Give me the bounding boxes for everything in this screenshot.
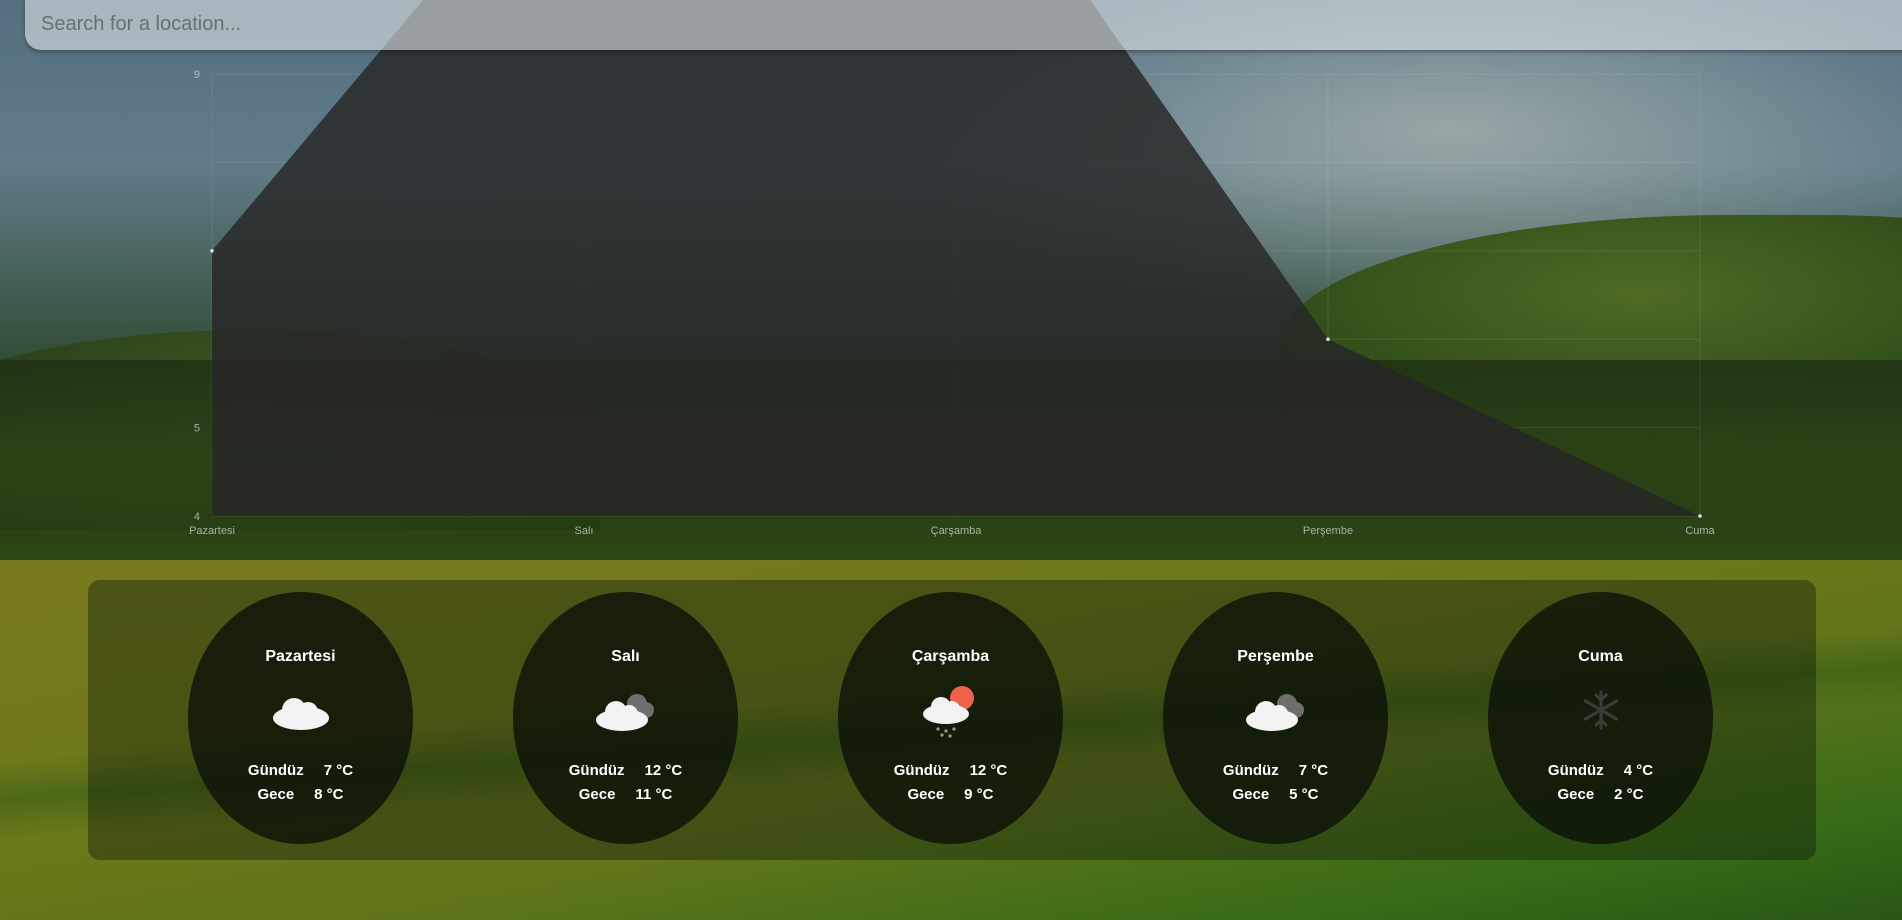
day-label: Gündüz — [568, 762, 625, 779]
cloud-icon — [273, 698, 329, 730]
y-tick-label: 4 — [194, 511, 200, 523]
day-card-persembe: Perşembe Gündüz 7 °C Gece 5 °C — [1163, 592, 1388, 844]
day-temp-row: Gündüz 7 °C — [188, 762, 413, 779]
night-temp: 2 °C — [1614, 786, 1644, 803]
day-card-carsamba: Çarşamba Gündüz 12 °C Gece 9 °C — [838, 592, 1063, 844]
night-temp-row: Gece 2 °C — [1488, 786, 1713, 803]
night-temp-row: Gece 8 °C — [188, 786, 413, 803]
day-temp-row: Gündüz 7 °C — [1163, 762, 1388, 779]
day-label: Gündüz — [893, 762, 950, 779]
night-label: Gece — [907, 786, 945, 803]
y-tick-label: 9 — [194, 69, 200, 81]
night-temp: 8 °C — [314, 786, 344, 803]
night-temp: 5 °C — [1289, 786, 1319, 803]
night-temp-row: Gece 11 °C — [513, 786, 738, 803]
day-name: Pazartesi — [265, 648, 336, 665]
temperature-chart: 4 5 9 Pazartesi Salı Çarşamba Perşembe Cuma — [0, 0, 1902, 560]
day-name: Cuma — [1578, 648, 1623, 665]
day-temp-row: Gündüz 12 °C — [838, 762, 1063, 779]
day-label: Gündüz — [1547, 762, 1604, 779]
day-temp: 12 °C — [969, 762, 1008, 779]
night-label: Gece — [1232, 786, 1270, 803]
snowflake-icon — [1583, 690, 1619, 730]
data-point — [210, 249, 214, 253]
data-point — [1698, 514, 1702, 518]
search-bar — [25, 0, 1902, 50]
temperature-chart-svg: 4 5 9 Pazartesi Salı Çarşamba Perşembe Cuma — [189, 0, 1716, 537]
x-tick-label: Perşembe — [1303, 525, 1353, 537]
day-label: Gündüz — [247, 762, 304, 779]
night-temp-row: Gece 9 °C — [838, 786, 1063, 803]
day-card-sali: Salı Gündüz 12 °C Gece 11 °C — [513, 592, 738, 844]
night-temp-row: Gece 5 °C — [1163, 786, 1388, 803]
day-temp: 4 °C — [1623, 762, 1654, 779]
day-temp: 7 °C — [1298, 762, 1329, 779]
night-label: Gece — [257, 786, 295, 803]
day-temp: 12 °C — [644, 762, 683, 779]
night-label: Gece — [1557, 786, 1595, 803]
data-point — [1326, 337, 1330, 342]
day-name: Salı — [611, 648, 640, 665]
day-temp: 7 °C — [323, 762, 354, 779]
day-name: Perşembe — [1237, 648, 1314, 665]
sun-cloud-rain-icon — [923, 686, 974, 738]
day-card-pazartesi: Pazartesi Gündüz 7 °C Gece 8 °C — [188, 592, 413, 844]
night-label: Gece — [578, 786, 616, 803]
dark-clouds-icon — [596, 694, 654, 731]
temperature-area — [212, 0, 1700, 516]
day-card-cuma: Cuma Gündüz 4 °C Gece 2 °C — [1488, 592, 1713, 844]
x-tick-label: Salı — [575, 525, 594, 537]
day-temp-row: Gündüz 4 °C — [1488, 762, 1713, 779]
forecast-panel: Pazartesi Gündüz 7 °C Gece 8 °C Salı Gündü… — [88, 580, 1816, 860]
search-input[interactable] — [39, 0, 1743, 48]
x-tick-label: Çarşamba — [931, 525, 983, 537]
x-tick-label: Pazartesi — [189, 525, 235, 537]
day-temp-row: Gündüz 12 °C — [513, 762, 738, 779]
night-temp: 9 °C — [964, 786, 994, 803]
x-tick-label: Cuma — [1685, 525, 1715, 537]
y-tick-label: 5 — [194, 423, 200, 435]
dark-clouds-icon — [1246, 694, 1304, 731]
night-temp: 11 °C — [635, 786, 673, 803]
day-name: Çarşamba — [911, 648, 990, 665]
day-label: Gündüz — [1222, 762, 1279, 779]
